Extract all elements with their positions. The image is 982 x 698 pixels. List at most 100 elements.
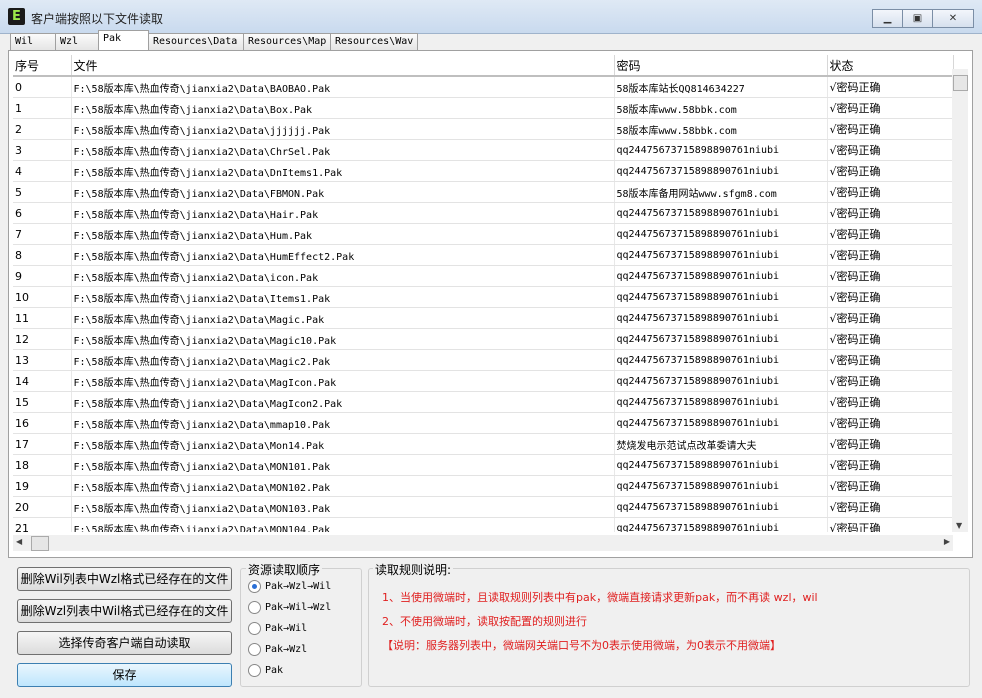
row-password: qq244756737158988907б1niubi [614,391,828,413]
table-row[interactable]: 4 F:\58版本库\热血传奇\jianxia2\Data\DnItems1.Pa… [13,160,954,182]
radio-option-4[interactable]: Pak [248,664,283,677]
table-row[interactable]: 15 F:\58版本库\热血传奇\jianxia2\Data\MagIcon2.P… [13,391,954,413]
col-status-header[interactable]: 状态 [827,55,954,77]
row-status: √密码正确 [827,139,954,161]
row-password: qq244756737158988907б1niubi [614,454,828,476]
table-row[interactable]: 17 F:\58版本库\热血传奇\jianxia2\Data\Mon14.Pak 焚… [13,433,954,455]
row-index: 14 [13,370,72,392]
row-index: 13 [13,349,72,371]
table-row[interactable]: 6 F:\58版本库\热血传奇\jianxia2\Data\Hair.Pak qq2… [13,202,954,224]
window-title: 客户端按照以下文件读取 [31,12,164,26]
table-row[interactable]: 16 F:\58版本库\热血传奇\jianxia2\Data\mmap10.Pak… [13,412,954,434]
table-row[interactable]: 10 F:\58版本库\热血传奇\jianxia2\Data\Items1.Pak… [13,286,954,308]
close-icon[interactable]: ✕ [932,9,974,28]
row-index: 1 [13,97,72,119]
hscroll-thumb[interactable] [31,536,49,551]
row-file: F:\58版本库\热血传奇\jianxia2\Data\mmap10.Pak [71,412,615,434]
save-button[interactable]: 保存 [17,663,232,687]
tab-wil[interactable]: Wil [10,33,56,50]
title-bar: E 客户端按照以下文件读取 ▁ ▣ ✕ [0,0,982,34]
row-status: √密码正确 [827,286,954,308]
table-row[interactable]: 11 F:\58版本库\热血传奇\jianxia2\Data\Magic.Pak q… [13,307,954,329]
tab-resources-wav[interactable]: Resources\Wav [330,33,418,50]
row-index: 4 [13,160,72,182]
row-password: qq244756737158988907б1niubi [614,265,828,287]
table-row[interactable]: 8 F:\58版本库\热血传奇\jianxia2\Data\HumEffect2.… [13,244,954,266]
row-password: qq244756737158988907б1niubi [614,286,828,308]
table-row[interactable]: 2 F:\58版本库\热血传奇\jianxia2\Data\jjjjjj.Pak 5… [13,118,954,140]
radio-label: Pak→Wzl [265,644,308,655]
radio-option-2[interactable]: Pak→Wil [248,622,307,635]
row-status: √密码正确 [827,307,954,329]
col-password-header[interactable]: 密码 [614,55,828,77]
row-index: 12 [13,328,72,350]
table-row[interactable]: 19 F:\58版本库\热血传奇\jianxia2\Data\MON102.Pak… [13,475,954,497]
table-row[interactable]: 5 F:\58版本库\热血传奇\jianxia2\Data\FBMON.Pak 58… [13,181,954,203]
vertical-scrollbar[interactable]: ▼ [952,69,968,532]
tab-resources-data[interactable]: Resources\Data [148,33,244,50]
row-file: F:\58版本库\热血传奇\jianxia2\Data\Box.Pak [71,97,615,119]
maximize-icon[interactable]: ▣ [902,9,933,28]
radio-label: Pak→Wil→Wzl [265,602,332,613]
select-client-button[interactable]: 选择传奇客户端自动读取 [17,631,232,655]
row-file: F:\58版本库\热血传奇\jianxia2\Data\ChrSel.Pak [71,139,615,161]
row-file: F:\58版本库\热血传奇\jianxia2\Data\MON104.Pak [71,517,615,532]
scroll-down-icon[interactable]: ▼ [956,521,962,530]
radio-option-0[interactable]: Pak→Wzl→Wil [248,580,331,593]
scroll-left-icon[interactable]: ◀ [16,537,22,546]
table-row[interactable]: 1 F:\58版本库\热血传奇\jianxia2\Data\Box.Pak 58版本… [13,97,954,119]
table-header: 序号 文件 密码 状态 [13,55,954,77]
horizontal-scrollbar[interactable]: ◀ ▶ [13,535,953,551]
rule-line-2: 2、不使用微端时，读取按配置的规则进行 [382,615,587,628]
rule-line-3: 【说明：服务器列表中，微端网关端口号不为0表示使用微端，为0表示不用微端】 [382,639,781,652]
table-row[interactable]: 14 F:\58版本库\热血传奇\jianxia2\Data\MagIcon.Pa… [13,370,954,392]
table-row[interactable]: 21 F:\58版本库\热血传奇\jianxia2\Data\MON104.Pak… [13,517,954,532]
row-index: 16 [13,412,72,434]
col-index-header[interactable]: 序号 [13,55,72,77]
row-status: √密码正确 [827,349,954,371]
row-status: √密码正确 [827,76,954,98]
tab-resources-map[interactable]: Resources\Map [243,33,331,50]
row-status: √密码正确 [827,244,954,266]
row-status: √密码正确 [827,223,954,245]
row-index: 7 [13,223,72,245]
row-file: F:\58版本库\热血传奇\jianxia2\Data\Hair.Pak [71,202,615,224]
table-row[interactable]: 13 F:\58版本库\热血传奇\jianxia2\Data\Magic2.Pak… [13,349,954,371]
row-password: qq244756737158988907б1niubi [614,202,828,224]
row-index: 20 [13,496,72,518]
table-row[interactable]: 18 F:\58版本库\热血传奇\jianxia2\Data\MON101.Pak… [13,454,954,476]
table-row[interactable]: 12 F:\58版本库\热血传奇\jianxia2\Data\Magic10.Pa… [13,328,954,350]
radio-option-1[interactable]: Pak→Wil→Wzl [248,601,331,614]
row-index: 21 [13,517,72,532]
file-list-panel: 序号 文件 密码 状态 0 F:\58版本库\热血传奇\jianxia2\Data… [8,50,973,558]
row-index: 2 [13,118,72,140]
minimize-icon[interactable]: ▁ [872,9,903,28]
scroll-thumb[interactable] [953,75,968,91]
row-status: √密码正确 [827,433,954,455]
row-index: 11 [13,307,72,329]
scroll-right-icon[interactable]: ▶ [944,537,950,546]
table-row[interactable]: 20 F:\58版本库\热血传奇\jianxia2\Data\MON103.Pak… [13,496,954,518]
row-status: √密码正确 [827,181,954,203]
row-file: F:\58版本库\热血传奇\jianxia2\Data\HumEffect2.P… [71,244,615,266]
row-file: F:\58版本库\热血传奇\jianxia2\Data\BAOBAO.Pak [71,76,615,98]
delete-wzl-button[interactable]: 删除Wzl列表中Wil格式已经存在的文件 [17,599,232,623]
tab-pak[interactable]: Pak [98,30,149,50]
row-status: √密码正确 [827,118,954,140]
tab-wzl[interactable]: Wzl [55,33,99,50]
radio-selected-icon [248,580,261,593]
row-status: √密码正确 [827,391,954,413]
row-password: qq244756737158988907б1niubi [614,244,828,266]
table-row[interactable]: 3 F:\58版本库\热血传奇\jianxia2\Data\ChrSel.Pak q… [13,139,954,161]
radio-option-3[interactable]: Pak→Wzl [248,643,307,656]
table-row[interactable]: 9 F:\58版本库\热血传奇\jianxia2\Data\icon.Pak qq2… [13,265,954,287]
row-file: F:\58版本库\热血传奇\jianxia2\Data\icon.Pak [71,265,615,287]
delete-wil-button[interactable]: 删除Wil列表中Wzl格式已经存在的文件 [17,567,232,591]
row-password: qq244756737158988907б1niubi [614,223,828,245]
table-row[interactable]: 7 F:\58版本库\热血传奇\jianxia2\Data\Hum.Pak qq24… [13,223,954,245]
col-file-header[interactable]: 文件 [71,55,615,77]
table-row[interactable]: 0 F:\58版本库\热血传奇\jianxia2\Data\BAOBAO.Pak 5… [13,76,954,98]
rules-label: 读取规则说明: [373,561,454,578]
row-index: 18 [13,454,72,476]
radio-icon [248,664,261,677]
